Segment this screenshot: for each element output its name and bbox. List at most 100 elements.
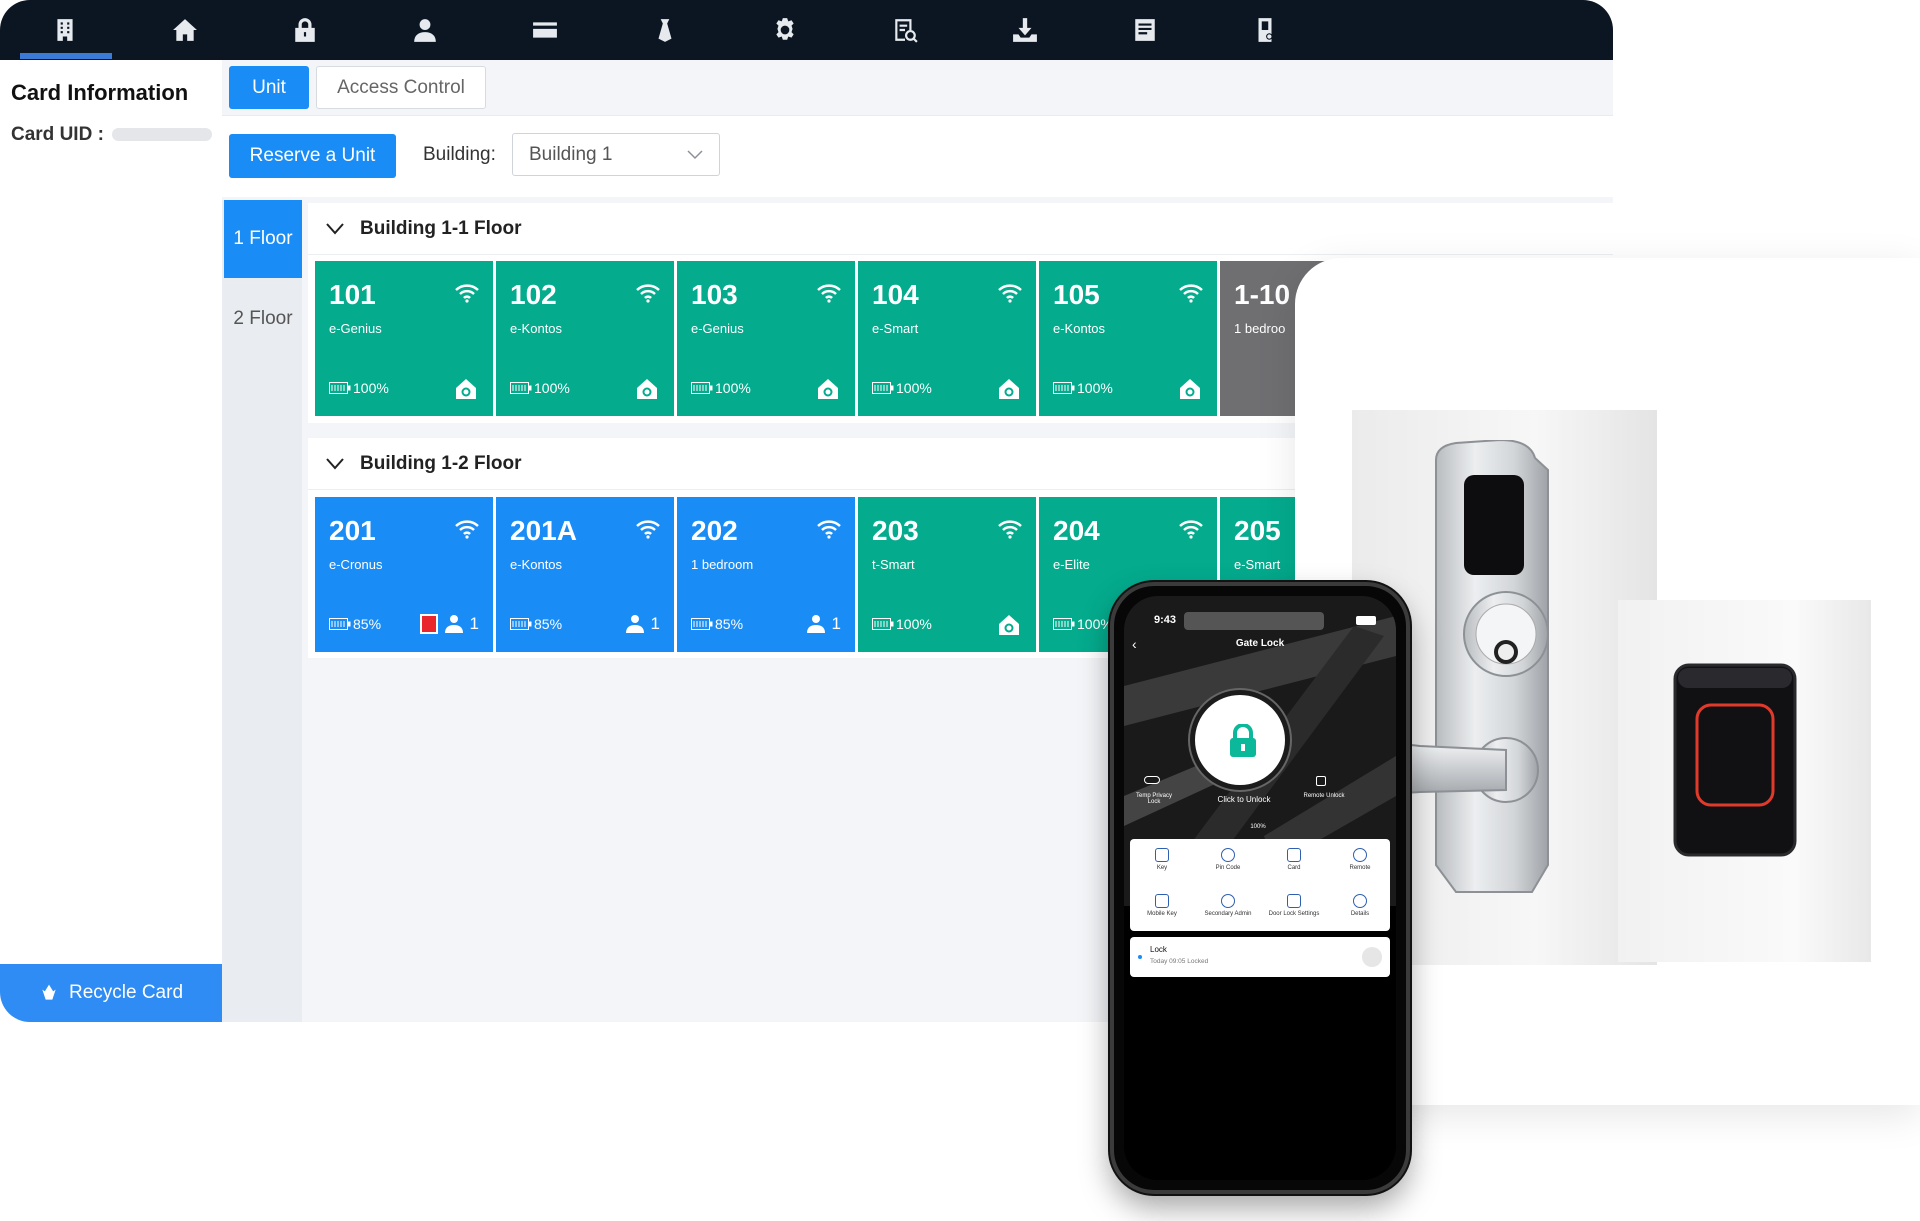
lock-log-card[interactable]: Lock Today 09:05 Locked (1130, 937, 1390, 977)
active-tab-indicator (20, 53, 112, 59)
unit-number: 102 (510, 279, 557, 310)
menu-item-label: Mobile Key (1147, 911, 1177, 917)
home-icon (173, 19, 197, 41)
key-icon (1155, 848, 1169, 862)
unit-number: 205 (1234, 515, 1281, 546)
menu-item-card[interactable]: Card (1266, 846, 1322, 886)
battery-icon (329, 382, 351, 394)
click-to-unlock-label: Click to Unlock (1217, 795, 1271, 804)
battery-text: 85% (353, 616, 382, 632)
menu-item-label: Secondary Admin (1204, 911, 1252, 917)
unit-tile-202[interactable]: 202 1 bedroom 85% 1 (677, 497, 855, 652)
occupancy: 1 (806, 614, 841, 634)
door-lock-settings-icon (1287, 894, 1301, 908)
battery-icon (691, 618, 713, 630)
battery-text: 100% (353, 380, 389, 396)
lock-icon (295, 18, 315, 42)
nav-staff-icon[interactable] (610, 0, 720, 60)
unlock-button[interactable] (1190, 690, 1290, 790)
unit-tile-104[interactable]: 104 e-Smart 100% (858, 261, 1036, 416)
menu-item-secondary-admin[interactable]: Secondary Admin (1200, 892, 1256, 932)
floor-tab-1[interactable]: 1 Floor (224, 200, 302, 278)
unit-lock-type: e-Elite (1053, 557, 1090, 572)
wifi-icon (455, 284, 479, 303)
unit-lock-type: 1 bedroom (691, 557, 754, 572)
nav-gear-icon[interactable] (730, 0, 840, 60)
unit-number: 103 (691, 279, 738, 310)
menu-item-mobile-key[interactable]: Mobile Key (1134, 892, 1190, 932)
chevron-down-icon (687, 150, 703, 160)
vacant-home-icon (637, 379, 657, 399)
vacant-home-icon (1180, 379, 1200, 399)
battery-text: 100% (1077, 380, 1113, 396)
menu-item-door-lock-settings[interactable]: Door Lock Settings (1266, 892, 1322, 932)
nav-report-icon[interactable] (850, 0, 960, 60)
unit-number: 104 (872, 279, 919, 310)
occupant-count: 1 (831, 614, 841, 633)
nav-card-icon[interactable] (490, 0, 600, 60)
card-uid-value (112, 128, 212, 141)
unit-number: 101 (329, 279, 376, 310)
battery-icon (510, 618, 532, 630)
report-search-icon (895, 19, 918, 43)
unit-number: 204 (1053, 515, 1100, 546)
card-reader-illustration (1673, 663, 1797, 857)
building-select[interactable]: Building 1 (512, 133, 720, 176)
toggle-icon[interactable] (1144, 776, 1160, 784)
unit-lock-type: e-Kontos (510, 321, 563, 336)
section-title: Building 1-2 Floor (360, 452, 522, 474)
menu-item-key[interactable]: Key (1134, 846, 1190, 886)
unit-lock-type: t-Smart (872, 557, 915, 572)
battery-icon (691, 382, 713, 394)
battery-level: 85% (329, 616, 381, 632)
unit-tile-105[interactable]: 105 e-Kontos 100% (1039, 261, 1217, 416)
nav-building-icon[interactable] (10, 0, 120, 60)
lock-status-icon (1362, 947, 1382, 967)
battery-level: 85% (510, 616, 562, 632)
temp-privacy-lock-label: Temp Privacy Lock (1135, 793, 1172, 805)
floor-tab-2[interactable]: 2 Floor (224, 300, 302, 338)
unit-number: 1-10 (1234, 279, 1291, 310)
download-icon (1013, 18, 1037, 42)
unit-lock-type: e-Kontos (510, 557, 563, 572)
unit-lock-type: e-Genius (329, 321, 382, 336)
menu-item-label: Details (1350, 911, 1370, 917)
unit-number: 105 (1053, 279, 1100, 310)
chevron-down-icon (326, 457, 344, 470)
menu-item-details[interactable]: Details (1332, 892, 1388, 932)
unit-tile-201[interactable]: 201 e-Cronus 85% 1 (315, 497, 493, 652)
phone-screen: 9:43 ‹ Gate Lock Click to Unlock Temp Pr… (1124, 596, 1396, 1180)
battery-level: 100% (329, 380, 389, 396)
tab-access-control[interactable]: Access Control (316, 66, 486, 109)
wifi-icon (998, 520, 1022, 539)
tab-unit[interactable]: Unit (229, 66, 309, 109)
unit-tile-101[interactable]: 101 e-Genius 100% (315, 261, 493, 416)
nav-user-icon[interactable] (370, 0, 480, 60)
battery-level: 100% (1053, 616, 1113, 632)
occupant-count: 1 (650, 614, 660, 633)
user-icon (414, 19, 436, 42)
wifi-icon (455, 520, 479, 539)
reserve-unit-button[interactable]: Reserve a Unit (229, 134, 396, 178)
menu-item-pin-code[interactable]: Pin Code (1200, 846, 1256, 886)
wifi-icon (636, 284, 660, 303)
nav-download-icon[interactable] (970, 0, 1080, 60)
recycle-card-button[interactable]: Recycle Card (0, 964, 222, 1022)
battery-icon (1053, 382, 1075, 394)
remote-unlock-icon[interactable] (1316, 776, 1326, 786)
guest-icon (444, 615, 463, 633)
unit-tile-103[interactable]: 103 e-Genius 100% (677, 261, 855, 416)
unit-tile-203[interactable]: 203 t-Smart 100% (858, 497, 1036, 652)
door-open-alert-icon (419, 614, 438, 634)
back-chevron-icon[interactable]: ‹ (1132, 636, 1137, 652)
unit-lock-type: e-Kontos (1053, 321, 1106, 336)
menu-item-remote[interactable]: Remote (1332, 846, 1388, 886)
nav-lock-icon[interactable] (250, 0, 360, 60)
nav-log-icon[interactable] (1090, 0, 1200, 60)
unit-tile-102[interactable]: 102 e-Kontos 100% (496, 261, 674, 416)
nav-home-icon[interactable] (130, 0, 240, 60)
unit-lock-type: e-Cronus (329, 557, 383, 572)
section-header-1[interactable]: Building 1-1 Floor (308, 203, 1613, 255)
nav-device-icon[interactable] (1210, 0, 1320, 60)
unit-tile-201A[interactable]: 201A e-Kontos 85% 1 (496, 497, 674, 652)
